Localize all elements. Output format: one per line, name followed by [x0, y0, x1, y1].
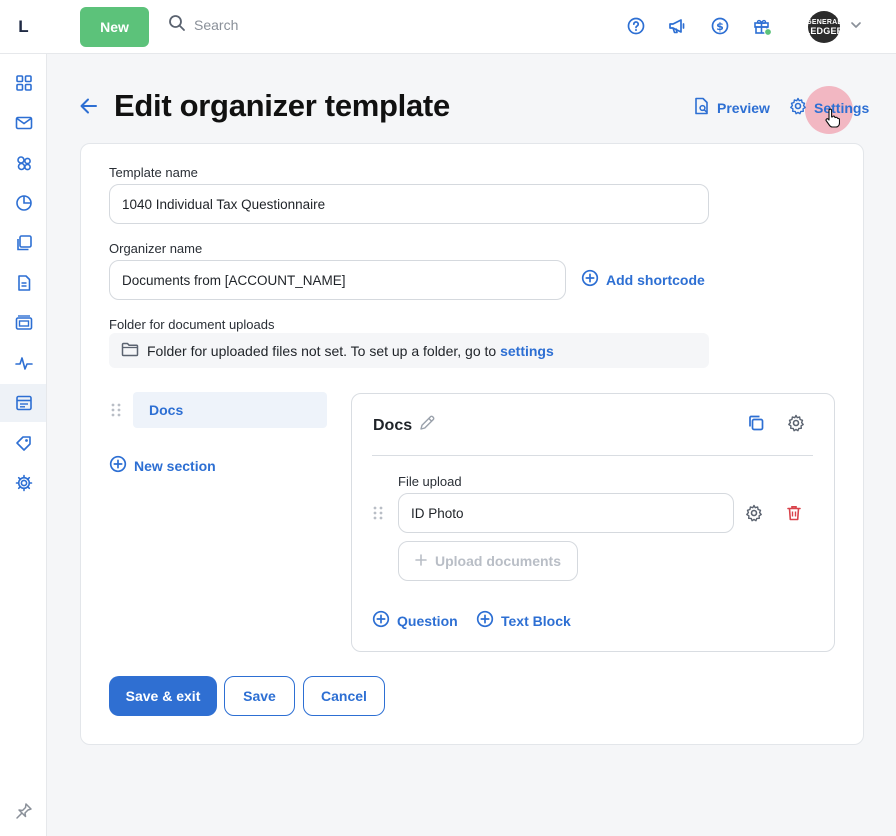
section-title: Docs [373, 414, 436, 437]
folder-notice-text: Folder for uploaded files not set. To se… [147, 342, 497, 359]
save-and-exit-button[interactable]: Save & exit [109, 676, 217, 716]
search-icon [168, 14, 186, 35]
field-label: File upload [398, 474, 462, 489]
trash-icon[interactable] [783, 502, 805, 524]
settings-icon[interactable] [13, 472, 35, 494]
organizers-icon[interactable] [13, 392, 35, 414]
folder-label: Folder for document uploads [109, 317, 275, 332]
billing-icon[interactable] [13, 312, 35, 334]
file-upload-question-input[interactable]: ID Photo [398, 493, 734, 533]
app-logo[interactable]: L [0, 0, 47, 54]
top-bar: L New Search $ GENERAL LEDGER [0, 0, 896, 54]
preview-icon [694, 97, 710, 118]
folder-notice: Folder for uploaded files not set. To se… [109, 333, 709, 368]
plus-icon [415, 553, 427, 569]
settings-label: Settings [814, 99, 870, 116]
pin-icon[interactable] [13, 800, 35, 822]
new-section-button[interactable]: New section [109, 455, 216, 476]
organizer-name-input[interactable]: Documents from [ACCOUNT_NAME] [109, 260, 566, 300]
drag-handle-icon[interactable] [110, 402, 122, 423]
avatar[interactable]: GENERAL LEDGER [805, 11, 843, 43]
template-name-input[interactable]: 1040 Individual Tax Questionnaire [109, 184, 709, 224]
field-drag-handle-icon[interactable] [372, 505, 384, 526]
sidebar [0, 54, 47, 836]
back-arrow-icon[interactable] [78, 95, 100, 122]
add-question-label: Question [397, 612, 458, 629]
pencil-icon[interactable] [418, 414, 436, 437]
plus-circle-icon [109, 455, 127, 476]
gear-icon [789, 97, 807, 118]
new-button[interactable]: New [80, 7, 149, 47]
add-text-block-button[interactable]: Text Block [476, 610, 571, 631]
add-shortcode-label: Add shortcode [606, 271, 705, 288]
dollar-icon[interactable]: $ [709, 15, 731, 37]
search-placeholder: Search [194, 16, 239, 33]
section-title-text: Docs [373, 416, 413, 434]
activity-icon[interactable] [13, 352, 35, 374]
preview-button[interactable]: Preview [694, 97, 770, 118]
documents-icon[interactable] [13, 232, 35, 254]
upload-documents-button[interactable]: Upload documents [398, 541, 578, 581]
organizer-name-label: Organizer name [109, 241, 203, 256]
duplicate-icon[interactable] [745, 412, 767, 434]
section-item-docs[interactable]: Docs [133, 392, 327, 428]
template-name-label: Template name [109, 165, 198, 180]
plus-circle-icon [476, 610, 494, 631]
insights-icon[interactable] [13, 192, 35, 214]
folder-icon [121, 341, 139, 360]
preview-label: Preview [717, 99, 770, 116]
section-gear-icon[interactable] [785, 412, 807, 434]
organizer-name-value: Documents from [ACCOUNT_NAME] [122, 272, 346, 288]
folder-settings-link[interactable]: settings [500, 343, 554, 359]
field-gear-icon[interactable] [743, 502, 765, 524]
new-section-label: New section [134, 457, 216, 474]
clients-icon[interactable] [13, 152, 35, 174]
cancel-button[interactable]: Cancel [303, 676, 385, 716]
gift-icon[interactable] [751, 15, 773, 37]
templates-icon[interactable] [13, 272, 35, 294]
template-name-value: 1040 Individual Tax Questionnaire [122, 196, 326, 212]
hand-cursor-icon [824, 108, 841, 133]
avatar-text-bottom: LEDGER [804, 26, 844, 36]
svg-text:$: $ [716, 20, 724, 33]
section-divider [372, 455, 813, 456]
help-circle-icon[interactable] [625, 15, 647, 37]
add-question-button[interactable]: Question [372, 610, 458, 631]
add-shortcode-button[interactable]: Add shortcode [581, 269, 705, 290]
plus-circle-icon [581, 269, 599, 290]
file-upload-question-value: ID Photo [411, 505, 464, 521]
dashboard-icon[interactable] [13, 72, 35, 94]
upload-documents-label: Upload documents [434, 553, 561, 569]
marketplace-icon[interactable] [13, 432, 35, 454]
page-title: Edit organizer template [114, 88, 450, 123]
save-button[interactable]: Save [224, 676, 295, 716]
add-text-block-label: Text Block [501, 612, 571, 629]
chevron-down-icon[interactable] [849, 18, 863, 37]
megaphone-icon[interactable] [667, 15, 689, 37]
plus-circle-icon [372, 610, 390, 631]
section-item-label: Docs [149, 402, 184, 418]
search-box[interactable]: Search [168, 14, 238, 35]
inbox-icon[interactable] [13, 112, 35, 134]
